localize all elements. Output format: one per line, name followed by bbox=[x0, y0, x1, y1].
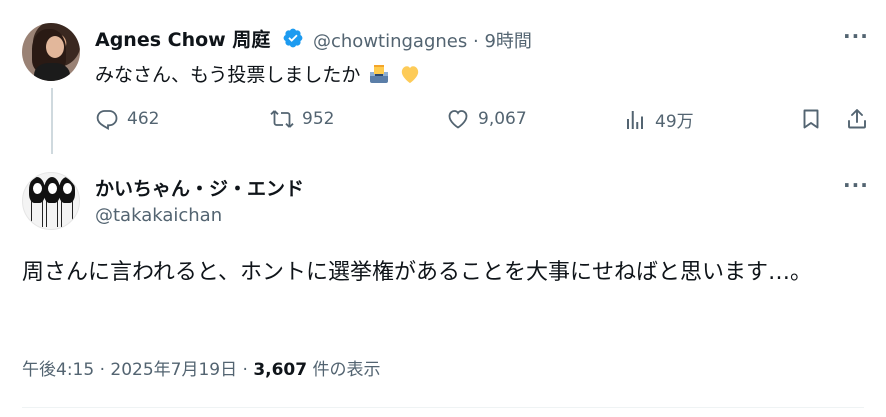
post-time[interactable]: 9時間 bbox=[484, 31, 531, 52]
thread-line bbox=[51, 88, 53, 154]
reply-button[interactable]: 462 bbox=[95, 107, 159, 131]
bookmark-icon bbox=[803, 109, 819, 129]
tweet-text-content: みなさん、もう投票しましたか bbox=[95, 64, 361, 86]
ballot-box-icon bbox=[370, 65, 389, 83]
separator: · bbox=[472, 31, 479, 52]
analytics-icon bbox=[627, 110, 643, 129]
handle-and-time[interactable]: @chowtingagnes · 9時間 bbox=[313, 27, 532, 53]
tweet-body: 周さんに言われると、ホントに選挙権があることを大事にせねばと思います…。 bbox=[22, 260, 813, 285]
heart-icon bbox=[448, 110, 468, 129]
retweet-icon bbox=[270, 110, 294, 128]
bookmark-button[interactable] bbox=[799, 107, 831, 131]
timestamp[interactable]: 午後4:15 · 2025年7月19日 · bbox=[22, 360, 253, 380]
tweet-metadata: 午後4:15 · 2025年7月19日 · 3,607 件の表示 bbox=[22, 355, 381, 380]
share-button[interactable] bbox=[845, 107, 877, 131]
display-name[interactable]: Agnes Chow 周庭 bbox=[95, 25, 270, 52]
display-name[interactable]: かいちゃん・ジ・エンド bbox=[95, 174, 304, 201]
divider bbox=[22, 407, 864, 408]
more-options-button[interactable]: ··· bbox=[843, 173, 869, 197]
avatar-takakaichan[interactable] bbox=[22, 172, 80, 230]
views-count: 49万 bbox=[655, 112, 694, 132]
verified-badge-icon bbox=[283, 28, 303, 48]
reply-icon bbox=[96, 110, 118, 131]
action-bar: 462 952 9,067 49万 bbox=[95, 107, 875, 135]
more-options-button[interactable]: ··· bbox=[843, 24, 869, 48]
tweet-text: みなさん、もう投票しましたか bbox=[95, 60, 421, 87]
views-label: 件の表示 bbox=[307, 360, 381, 380]
retweet-button[interactable]: 952 bbox=[270, 107, 334, 131]
like-count: 9,067 bbox=[478, 109, 527, 129]
reply-count: 462 bbox=[127, 109, 160, 129]
avatar-agnes-chow[interactable] bbox=[22, 23, 80, 81]
like-button[interactable]: 9,067 bbox=[446, 107, 527, 131]
handle[interactable]: @chowtingagnes bbox=[313, 31, 467, 52]
view-count: 3,607 bbox=[253, 360, 308, 380]
retweet-count: 952 bbox=[302, 109, 335, 129]
views-button[interactable]: 49万 bbox=[623, 107, 694, 132]
share-icon bbox=[848, 109, 866, 129]
yellow-heart-icon bbox=[401, 66, 418, 84]
handle[interactable]: @takakaichan bbox=[95, 205, 222, 226]
